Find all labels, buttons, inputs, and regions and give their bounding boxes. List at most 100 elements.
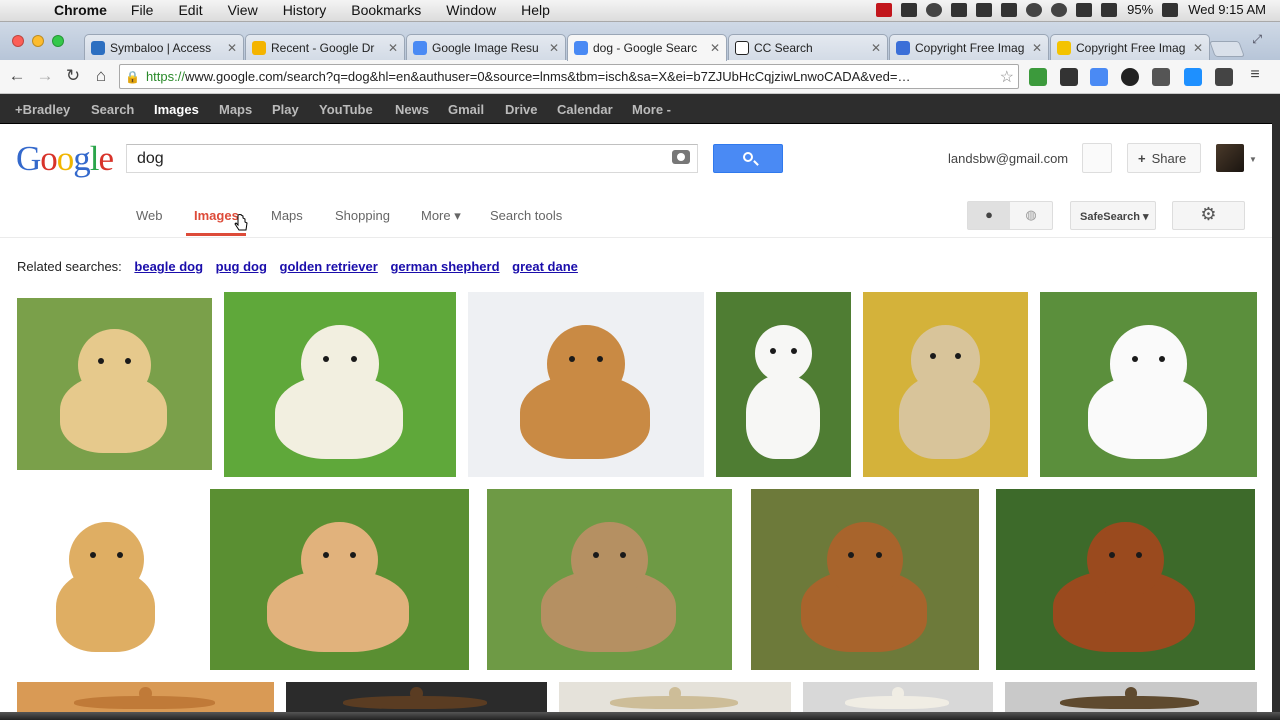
chrome-menu-icon[interactable]: ≡ [1244, 66, 1266, 84]
tab-close-icon[interactable]: ✕ [710, 41, 720, 55]
menu-window[interactable]: Window [446, 2, 496, 18]
evernote-icon[interactable] [901, 2, 918, 17]
notifications-button[interactable] [1082, 143, 1112, 173]
image-result-thumbnail[interactable] [17, 682, 274, 712]
tab-close-icon[interactable]: ✕ [1032, 41, 1042, 55]
back-icon[interactable]: ← [6, 66, 28, 86]
image-result-thumbnail[interactable] [803, 682, 993, 712]
reload-icon[interactable]: ↻ [62, 66, 84, 86]
tab-dog-google-search[interactable]: dog - Google Searc ✕ [567, 34, 727, 61]
lock-icon[interactable]: 🔒 [125, 70, 140, 84]
forward-icon[interactable]: → [34, 66, 56, 86]
tab-close-icon[interactable]: ✕ [227, 41, 237, 55]
battery-percent[interactable]: 95% [1127, 2, 1153, 17]
menu-file[interactable]: File [131, 2, 154, 18]
extension-d-icon[interactable] [1184, 68, 1202, 86]
tab-cc-search[interactable]: CC Search ✕ [728, 34, 888, 60]
chevron-down-icon[interactable]: ▼ [1249, 155, 1257, 164]
image-result-thumbnail[interactable] [224, 292, 456, 477]
app-menu-chrome[interactable]: Chrome [54, 2, 107, 18]
menu-help[interactable]: Help [521, 2, 550, 18]
gbar-images-link[interactable]: Images [154, 102, 199, 117]
menu-view[interactable]: View [228, 2, 258, 18]
menu-bookmarks[interactable]: Bookmarks [351, 2, 421, 18]
related-link-beagle-dog[interactable]: beagle dog [134, 259, 203, 274]
tab-maps[interactable]: Maps [271, 208, 303, 223]
gbar-calendar-link[interactable]: Calendar [557, 102, 613, 117]
address-bar[interactable]: 🔒 https:// www.google.com/search?q=dog&h… [119, 64, 1019, 89]
extension-evernote-icon[interactable] [1029, 68, 1047, 86]
related-link-pug-dog[interactable]: pug dog [216, 259, 267, 274]
drive-icon[interactable] [951, 2, 968, 17]
bluetooth-icon[interactable] [1076, 2, 1093, 17]
menu-history[interactable]: History [283, 2, 327, 18]
new-tab-button[interactable] [1209, 41, 1245, 57]
google-logo[interactable]: Google [16, 139, 114, 179]
image-result-thumbnail[interactable] [559, 682, 791, 712]
image-result-thumbnail[interactable] [17, 298, 212, 470]
minimize-window-button[interactable] [32, 35, 44, 47]
image-result-thumbnail[interactable] [468, 292, 704, 477]
tab-close-icon[interactable]: ✕ [388, 41, 398, 55]
gbar-youtube-link[interactable]: YouTube [319, 102, 373, 117]
image-result-thumbnail[interactable] [751, 489, 979, 670]
image-result-thumbnail[interactable] [863, 292, 1028, 477]
search-input[interactable]: dog [126, 144, 698, 173]
tab-shopping[interactable]: Shopping [335, 208, 390, 223]
image-result-thumbnail[interactable] [1005, 682, 1257, 712]
time-machine-icon[interactable] [1051, 2, 1068, 17]
image-result-thumbnail[interactable] [210, 489, 469, 670]
gbar-drive-link[interactable]: Drive [505, 102, 538, 117]
tab-copyright-free-images-1[interactable]: Copyright Free Imag ✕ [889, 34, 1049, 60]
zoom-window-button[interactable] [52, 35, 64, 47]
related-link-great-dane[interactable]: great dane [512, 259, 578, 274]
tab-symbaloo[interactable]: Symbaloo | Access ✕ [84, 34, 244, 60]
share-button[interactable]: + Share [1127, 143, 1201, 173]
tab-web[interactable]: Web [136, 208, 163, 223]
gear-icon[interactable]: ⚙ [1172, 201, 1245, 230]
image-result-thumbnail[interactable] [1040, 292, 1257, 477]
gbar-play-link[interactable]: Play [272, 102, 299, 117]
bookmark-star-icon[interactable]: ☆ [1000, 67, 1014, 87]
menu-edit[interactable]: Edit [178, 2, 202, 18]
record-icon[interactable] [876, 2, 893, 17]
tab-close-icon[interactable]: ✕ [549, 41, 559, 55]
extension-pocket-icon[interactable] [1215, 68, 1233, 86]
gbar-news-link[interactable]: News [395, 102, 429, 117]
close-window-button[interactable] [12, 35, 24, 47]
extension-layers-icon[interactable] [1060, 68, 1078, 86]
home-icon[interactable]: ⌂ [90, 66, 112, 86]
screen-capture-icon[interactable] [976, 2, 993, 17]
tab-google-drive[interactable]: Recent - Google Dr ✕ [245, 34, 405, 60]
tab-more[interactable]: More ▾ [421, 208, 461, 224]
avatar[interactable] [1216, 144, 1244, 172]
gbar-search-link[interactable]: Search [91, 102, 134, 117]
safesearch-dropdown[interactable]: SafeSearch ▾ [1070, 201, 1156, 230]
image-result-thumbnail[interactable] [996, 489, 1255, 670]
image-result-thumbnail[interactable] [286, 682, 547, 712]
gbar-gmail-link[interactable]: Gmail [448, 102, 484, 117]
related-link-golden-retriever[interactable]: golden retriever [280, 259, 378, 274]
search-tools-button[interactable]: Search tools [490, 208, 562, 223]
fullscreen-icon[interactable]: ⤢ [1252, 32, 1262, 47]
clock[interactable]: Wed 9:15 AM [1188, 2, 1266, 17]
battery-icon[interactable] [1162, 2, 1179, 17]
gbar-profile-link[interactable]: +Bradley [15, 102, 70, 117]
extension-google-icon[interactable] [1090, 68, 1108, 86]
globe-icon[interactable]: ◍ [1010, 202, 1052, 229]
airplay-icon[interactable] [1001, 2, 1018, 17]
tab-copyright-free-images-2[interactable]: Copyright Free Imag ✕ [1050, 34, 1210, 60]
wifi-icon[interactable] [1026, 2, 1043, 17]
volume-icon[interactable] [1101, 2, 1118, 17]
person-icon[interactable]: ● [968, 202, 1010, 229]
image-result-thumbnail[interactable] [487, 489, 732, 670]
extension-chrome-icon[interactable] [1121, 68, 1139, 86]
tab-images[interactable]: Images [194, 208, 239, 223]
related-link-german-shepherd[interactable]: german shepherd [390, 259, 499, 274]
gbar-maps-link[interactable]: Maps [219, 102, 252, 117]
image-result-thumbnail[interactable] [716, 292, 851, 477]
camera-icon[interactable] [672, 150, 690, 164]
headphones-icon[interactable] [926, 2, 943, 17]
account-email[interactable]: landsbw@gmail.com [948, 151, 1068, 166]
extension-screenshot-icon[interactable] [1152, 68, 1170, 86]
